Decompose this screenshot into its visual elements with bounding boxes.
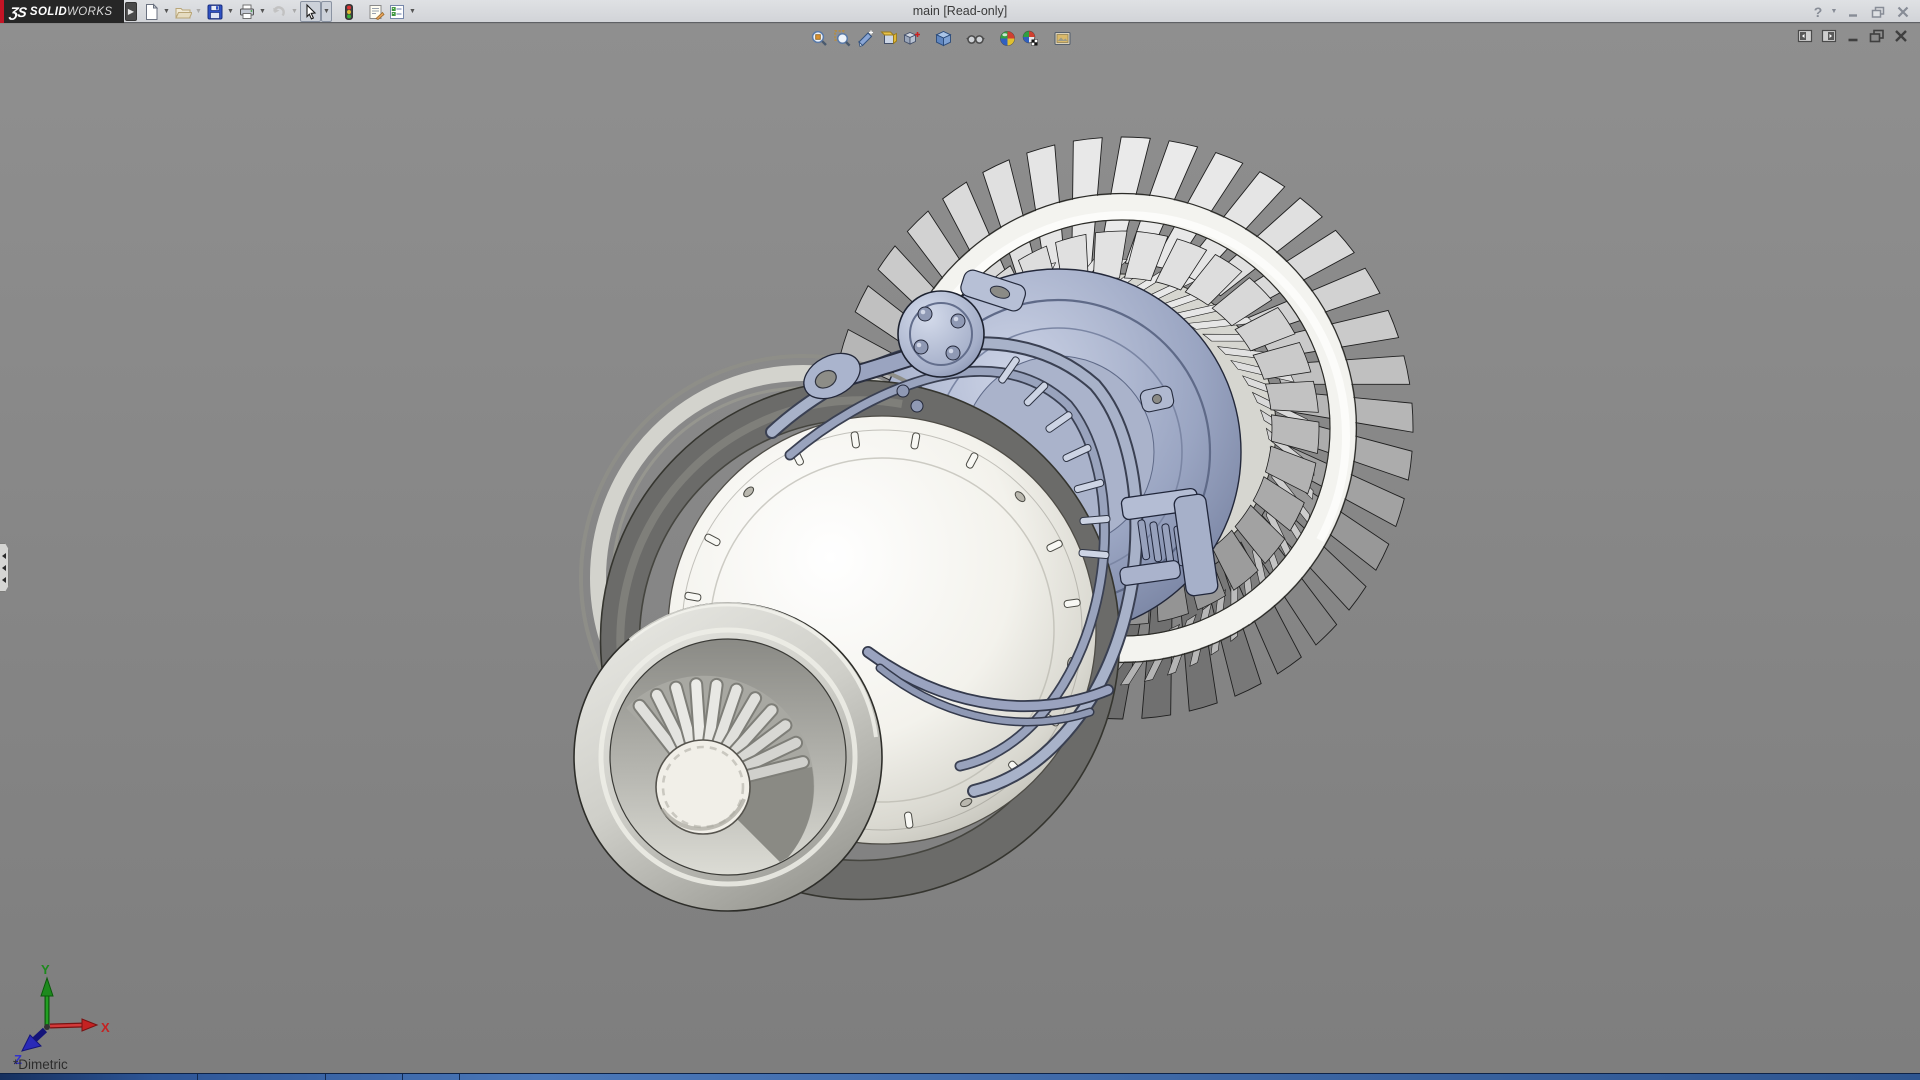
menu-expand-arrow[interactable]: ▶ bbox=[125, 2, 137, 21]
save-floppy-icon bbox=[206, 3, 224, 21]
undo-button[interactable] bbox=[268, 1, 289, 22]
triad-y-label: Y bbox=[41, 962, 50, 977]
file-properties-button[interactable] bbox=[365, 1, 386, 22]
help-button[interactable]: ? bbox=[1810, 2, 1826, 21]
minimize-button[interactable] bbox=[1842, 2, 1864, 21]
print-button[interactable] bbox=[236, 1, 257, 22]
close-icon bbox=[1896, 6, 1910, 18]
save-button[interactable] bbox=[204, 1, 225, 22]
new-document-icon bbox=[142, 3, 160, 21]
inlet-bell bbox=[574, 603, 882, 911]
brand-name-solid: SOLID bbox=[30, 6, 67, 18]
options-button[interactable] bbox=[386, 1, 407, 22]
print-icon bbox=[238, 3, 256, 21]
print-dropdown[interactable]: ▼ bbox=[257, 1, 268, 22]
options-checklist-icon bbox=[388, 3, 406, 21]
options-dropdown[interactable]: ▼ bbox=[407, 1, 418, 22]
restore-icon bbox=[1871, 6, 1885, 18]
minimize-icon bbox=[1846, 6, 1860, 18]
restore-button[interactable] bbox=[1867, 2, 1889, 21]
graphics-viewport[interactable]: Y X Z *Dimetric bbox=[0, 24, 1920, 1073]
open-dropdown[interactable]: ▼ bbox=[193, 1, 204, 22]
engine-3d-model bbox=[0, 24, 1920, 1073]
brand-name-works: WORKS bbox=[67, 6, 112, 18]
status-separator bbox=[197, 1074, 198, 1080]
open-button[interactable] bbox=[172, 1, 193, 22]
undo-icon bbox=[270, 3, 288, 21]
file-properties-icon bbox=[367, 3, 385, 21]
select-cursor-icon bbox=[302, 3, 320, 21]
status-separator bbox=[402, 1074, 403, 1080]
status-bar[interactable] bbox=[0, 1073, 1920, 1080]
help-dropdown[interactable]: ▼ bbox=[1829, 2, 1839, 21]
status-separator bbox=[325, 1074, 326, 1080]
brand-red-accent bbox=[0, 0, 4, 23]
triad-x-label: X bbox=[101, 1020, 110, 1035]
orientation-triad: Y X Z bbox=[0, 940, 130, 1065]
new-document-button[interactable] bbox=[140, 1, 161, 22]
dassault-logo-glyph: ƷS bbox=[9, 4, 27, 20]
select-tool-button[interactable] bbox=[300, 1, 321, 22]
save-dropdown[interactable]: ▼ bbox=[225, 1, 236, 22]
close-button[interactable] bbox=[1892, 2, 1914, 21]
status-separator bbox=[459, 1074, 460, 1080]
rebuild-button[interactable] bbox=[338, 1, 359, 22]
solidworks-window: ƷS SOLIDWORKS ▶ ▼ ▼ bbox=[0, 0, 1920, 1080]
solidworks-logo: ƷS SOLIDWORKS bbox=[0, 0, 124, 23]
standard-toolbar: ▼ ▼ ▼ bbox=[140, 0, 418, 23]
open-folder-icon bbox=[174, 3, 192, 21]
new-document-dropdown[interactable]: ▼ bbox=[161, 1, 172, 22]
select-tool-dropdown[interactable]: ▼ bbox=[321, 1, 332, 22]
view-orientation-label: *Dimetric bbox=[13, 1057, 68, 1072]
traffic-light-icon bbox=[340, 3, 358, 21]
undo-dropdown[interactable]: ▼ bbox=[289, 1, 300, 22]
window-controls: ? ▼ bbox=[1810, 0, 1914, 23]
title-bar: ƷS SOLIDWORKS ▶ ▼ ▼ bbox=[0, 0, 1920, 23]
